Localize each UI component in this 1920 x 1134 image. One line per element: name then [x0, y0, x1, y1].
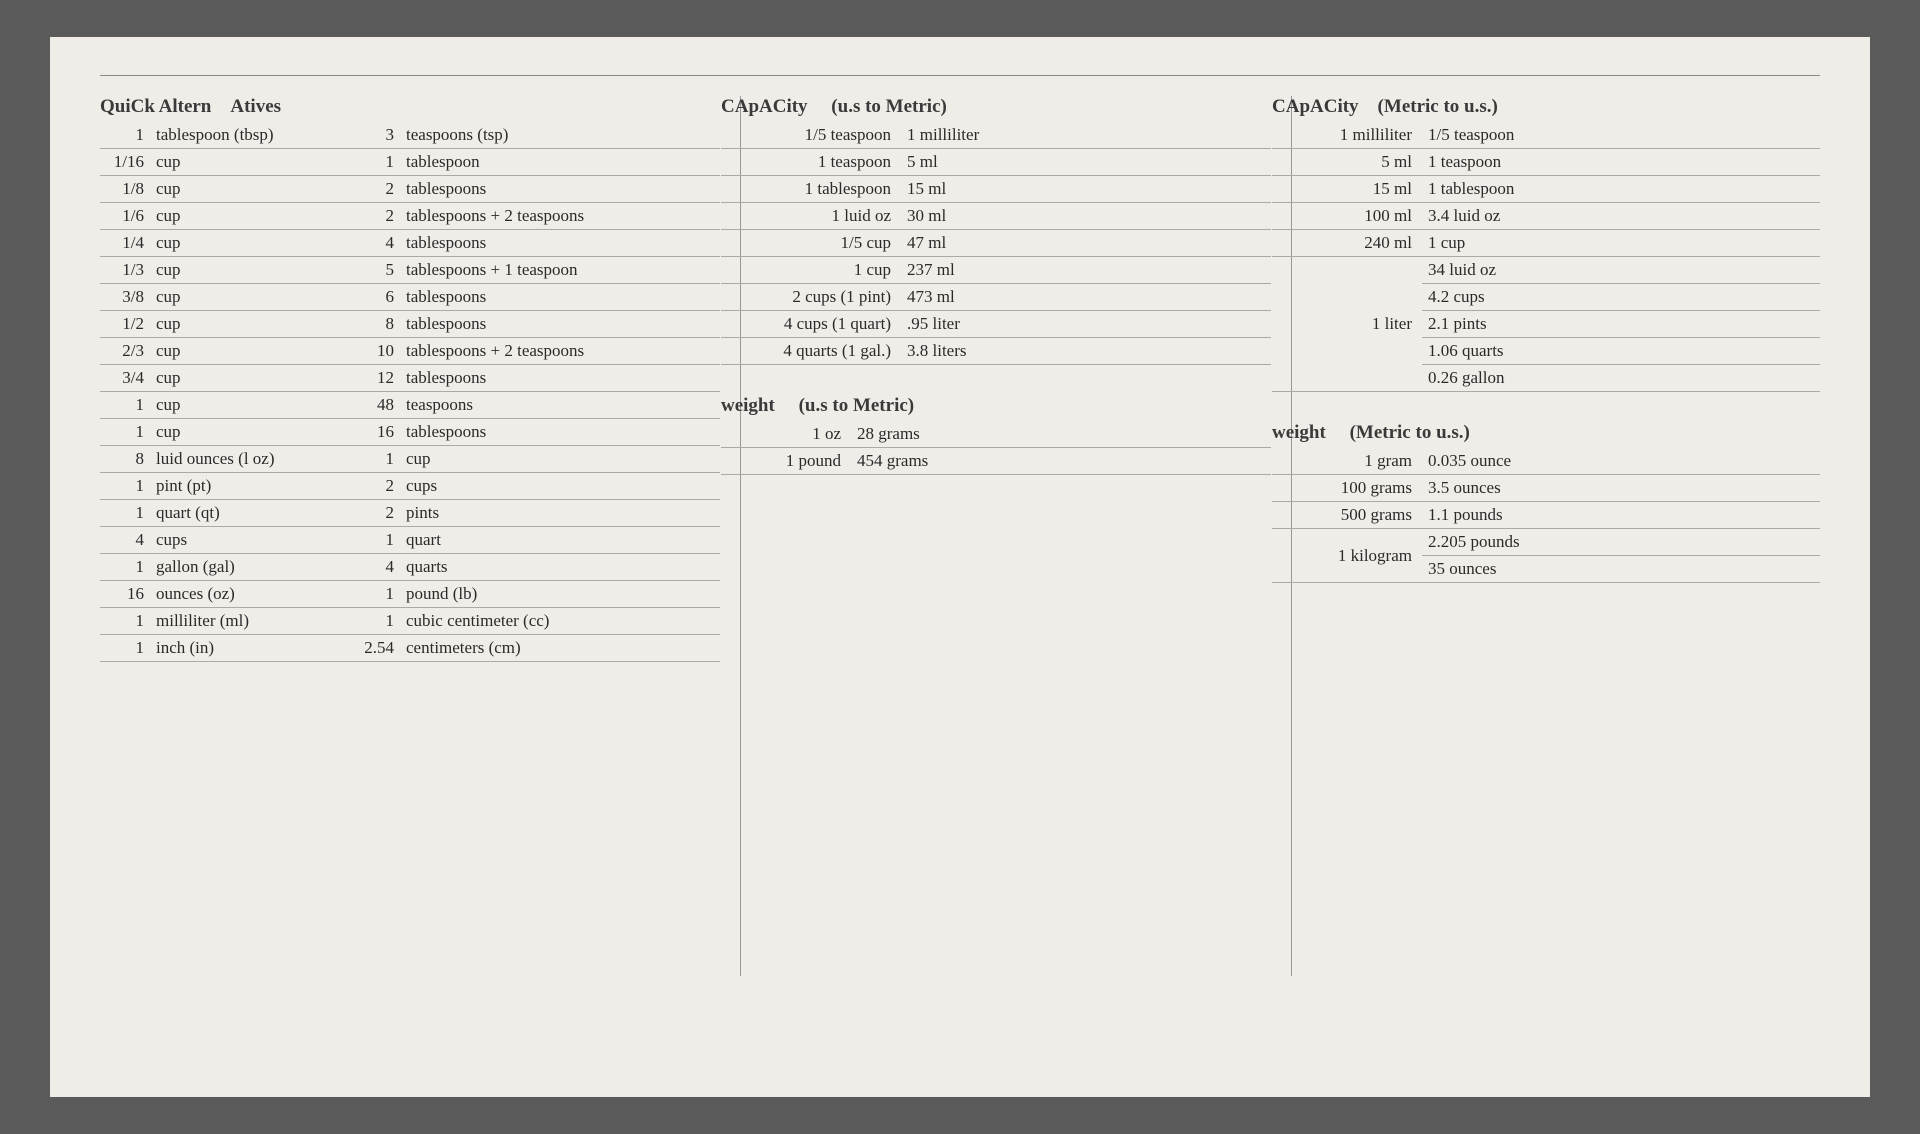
- table-row: 1 gram 0.035 ounce: [1272, 448, 1820, 475]
- col3-weight-table: 1 gram 0.035 ounce 100 grams 3.5 ounces …: [1272, 448, 1820, 583]
- table-row: 100 grams 3.5 ounces: [1272, 475, 1820, 502]
- table-row: 2 cups (1 pint) 473 ml: [721, 284, 1271, 311]
- table-row: 1 cup 48 teaspoons: [100, 392, 720, 419]
- table-row: 1 liter 34 luid oz: [1272, 257, 1820, 284]
- col2-weight-table: 1 oz 28 grams 1 pound 454 grams: [721, 421, 1271, 475]
- table-row: 1 luid oz 30 ml: [721, 203, 1271, 230]
- col1-section-title: QuiCk Altern Atives: [100, 96, 720, 118]
- table-row: 1/4 cup 4 tablespoons: [100, 230, 720, 257]
- col1-quick-alternatives: QuiCk Altern Atives 1 tablespoon (tbsp) …: [100, 96, 720, 976]
- col3-capacity-title: CApACity (Metric to u.s.): [1272, 96, 1820, 118]
- main-card: QuiCk Altern Atives 1 tablespoon (tbsp) …: [50, 37, 1870, 1097]
- table-row: 100 ml 3.4 luid oz: [1272, 203, 1820, 230]
- table-row: 3/8 cup 6 tablespoons: [100, 284, 720, 311]
- table-row: 1/2 cup 8 tablespoons: [100, 311, 720, 338]
- table-row: 1 teaspoon 5 ml: [721, 149, 1271, 176]
- table-row: 1 tablespoon (tbsp) 3 teaspoons (tsp): [100, 122, 720, 149]
- table-row: 16 ounces (oz) 1 pound (lb): [100, 581, 720, 608]
- col2-capacity-table: 1/5 teaspoon 1 milliliter 1 teaspoon 5 m…: [721, 122, 1271, 365]
- col3: CApACity (Metric to u.s.) 1 milliliter 1…: [1272, 96, 1820, 976]
- table-row: 1/5 cup 47 ml: [721, 230, 1271, 257]
- table-row: 1 kilogram 2.205 pounds: [1272, 529, 1820, 556]
- table-row: 8 luid ounces (l oz) 1 cup: [100, 446, 720, 473]
- table-row: 1 cup 237 ml: [721, 257, 1271, 284]
- table-row: 15 ml 1 tablespoon: [1272, 176, 1820, 203]
- table-row: 1 inch (in) 2.54 centimeters (cm): [100, 635, 720, 662]
- table-row: 1/6 cup 2 tablespoons + 2 teaspoons: [100, 203, 720, 230]
- col3-capacity-section: CApACity (Metric to u.s.) 1 milliliter 1…: [1272, 96, 1820, 392]
- table-row: 1 milliliter 1/5 teaspoon: [1272, 122, 1820, 149]
- content-grid: QuiCk Altern Atives 1 tablespoon (tbsp) …: [100, 96, 1820, 976]
- table-row: 240 ml 1 cup: [1272, 230, 1820, 257]
- table-row: 1 oz 28 grams: [721, 421, 1271, 448]
- col2-capacity-title: CApACity (u.s to Metric): [721, 96, 1271, 118]
- table-row: 1/3 cup 5 tablespoons + 1 teaspoon: [100, 257, 720, 284]
- col3-weight-section: weight (Metric to u.s.) 1 gram 0.035 oun…: [1272, 422, 1820, 583]
- table-row: 1/8 cup 2 tablespoons: [100, 176, 720, 203]
- table-row: 1 pint (pt) 2 cups: [100, 473, 720, 500]
- table-row: 1 gallon (gal) 4 quarts: [100, 554, 720, 581]
- col2: CApACity (u.s to Metric) 1/5 teaspoon 1 …: [721, 96, 1271, 976]
- col1-table: 1 tablespoon (tbsp) 3 teaspoons (tsp) 1/…: [100, 122, 720, 662]
- col2-capacity-section: CApACity (u.s to Metric) 1/5 teaspoon 1 …: [721, 96, 1271, 365]
- table-row: 1 pound 454 grams: [721, 448, 1271, 475]
- table-row: 2/3 cup 10 tablespoons + 2 teaspoons: [100, 338, 720, 365]
- col2-weight-section: weight (u.s to Metric) 1 oz 28 grams 1 p…: [721, 395, 1271, 475]
- col3-capacity-table: 1 milliliter 1/5 teaspoon 5 ml 1 teaspoo…: [1272, 122, 1820, 392]
- col2-weight-title: weight (u.s to Metric): [721, 395, 1271, 417]
- table-row: 4 cups 1 quart: [100, 527, 720, 554]
- table-row: 1/16 cup 1 tablespoon: [100, 149, 720, 176]
- table-row: 1 cup 16 tablespoons: [100, 419, 720, 446]
- col3-weight-title: weight (Metric to u.s.): [1272, 422, 1820, 444]
- table-row: 4 cups (1 quart) .95 liter: [721, 311, 1271, 338]
- table-row: 1/5 teaspoon 1 milliliter: [721, 122, 1271, 149]
- table-row: 5 ml 1 teaspoon: [1272, 149, 1820, 176]
- table-row: 3/4 cup 12 tablespoons: [100, 365, 720, 392]
- table-row: 1 milliliter (ml) 1 cubic centimeter (cc…: [100, 608, 720, 635]
- table-row: 4 quarts (1 gal.) 3.8 liters: [721, 338, 1271, 365]
- table-row: 500 grams 1.1 pounds: [1272, 502, 1820, 529]
- table-row: 1 tablespoon 15 ml: [721, 176, 1271, 203]
- table-row: 1 quart (qt) 2 pints: [100, 500, 720, 527]
- title-divider: [100, 75, 1820, 76]
